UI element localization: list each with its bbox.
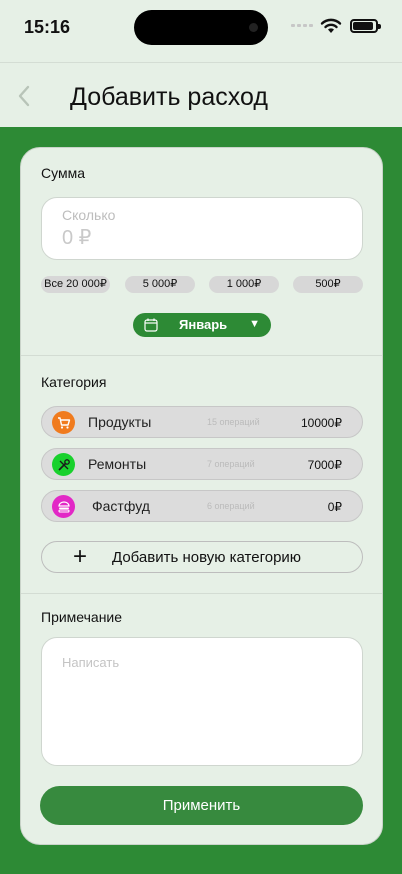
amount-chips: Все 20 000₽ 5 000₽ 1 000₽ 500₽: [41, 276, 363, 293]
cellular-signal-icon: [291, 24, 313, 30]
status-time: 15:16: [24, 17, 71, 37]
category-item-repairs[interactable]: Ремонты 7 операций 7000₽: [41, 448, 363, 480]
dynamic-island: [134, 10, 268, 45]
status-bar: 15:16: [0, 0, 402, 62]
category-name: Ремонты: [88, 456, 147, 472]
category-sum: 10000₽: [300, 416, 342, 430]
divider: [21, 355, 382, 356]
category-item-products[interactable]: Продукты 15 операций 10000₽: [41, 406, 363, 438]
category-ops: 7 операций: [207, 459, 255, 469]
tools-icon: [52, 453, 75, 476]
note-label: Примечание: [41, 609, 123, 625]
month-selector[interactable]: Январь ▼: [133, 313, 271, 337]
cart-icon: [52, 411, 75, 434]
category-label: Категория: [41, 374, 107, 390]
calendar-icon: [144, 318, 158, 332]
chip-1000[interactable]: 1 000₽: [209, 276, 279, 293]
chip-500[interactable]: 500₽: [293, 276, 363, 293]
chevron-down-icon: ▼: [249, 318, 260, 330]
note-textarea[interactable]: Написать: [41, 637, 363, 766]
category-name: Продукты: [88, 414, 152, 430]
category-sum: 7000₽: [307, 458, 342, 472]
apply-button[interactable]: Применить: [40, 786, 363, 825]
wifi-icon: [320, 18, 342, 33]
expense-form-card: Сумма Сколько 0 ₽ Все 20 000₽ 5 000₽ 1 0…: [20, 147, 383, 845]
amount-placeholder: Сколько: [62, 207, 116, 223]
chip-all[interactable]: Все 20 000₽: [41, 276, 110, 293]
category-ops: 15 операций: [207, 417, 260, 427]
month-label: Январь: [179, 317, 228, 332]
plus-icon: +: [73, 543, 88, 570]
add-category-label: Добавить новую категорию: [112, 549, 302, 566]
page-title: Добавить расход: [70, 83, 268, 111]
amount-label: Сумма: [41, 165, 85, 181]
burger-icon: [52, 495, 75, 518]
battery-icon: [350, 19, 381, 33]
amount-input[interactable]: Сколько 0 ₽: [41, 197, 363, 260]
add-category-button[interactable]: + Добавить новую категорию: [41, 541, 363, 573]
nav-bar: Добавить расход: [0, 62, 402, 127]
category-name: Фастфуд: [92, 498, 150, 514]
category-item-fastfood[interactable]: Фастфуд 6 операций 0₽: [41, 490, 363, 522]
chip-5000[interactable]: 5 000₽: [125, 276, 195, 293]
amount-value: 0 ₽: [62, 227, 92, 249]
category-sum: 0₽: [327, 500, 342, 514]
category-ops: 6 операций: [207, 501, 255, 511]
note-placeholder: Написать: [62, 655, 120, 670]
back-chevron-icon[interactable]: [14, 83, 34, 109]
divider: [21, 593, 382, 594]
